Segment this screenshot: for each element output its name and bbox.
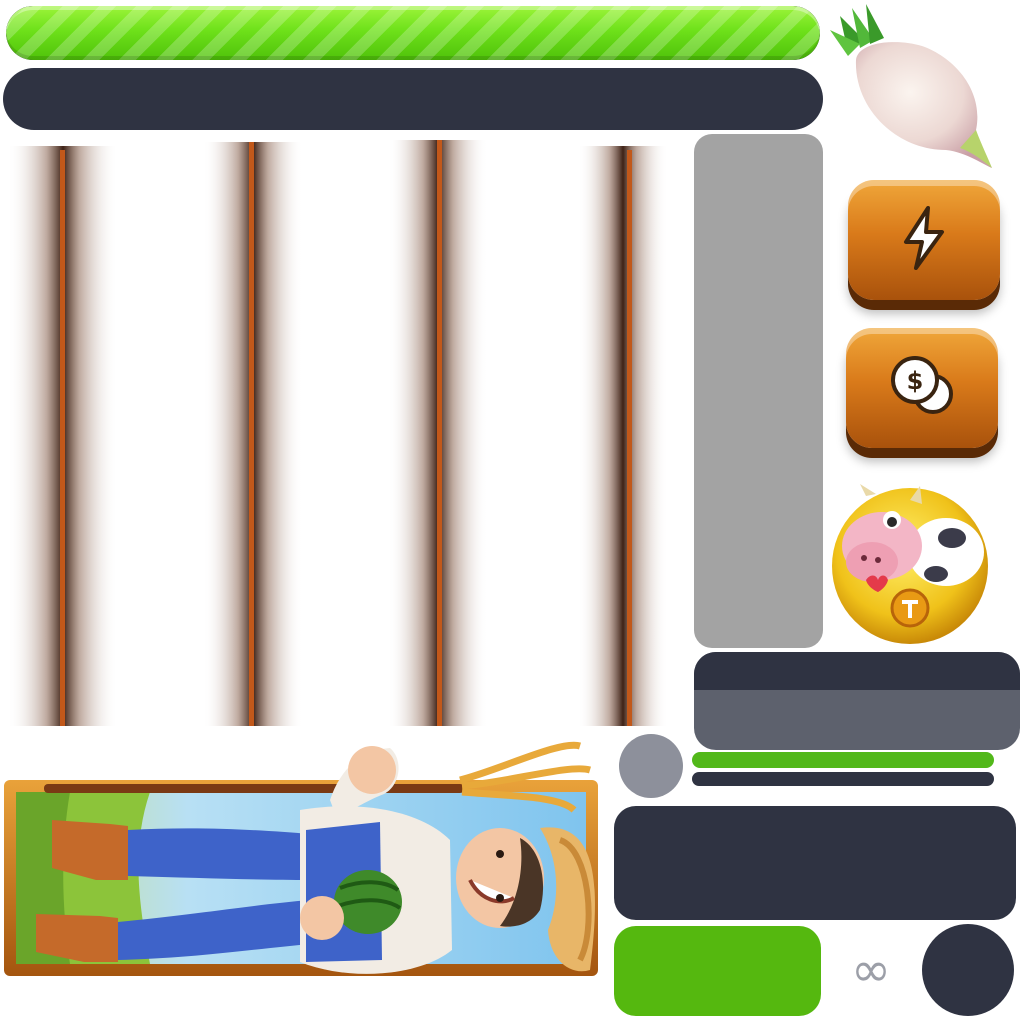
slate-card: [694, 652, 1020, 750]
slate-card-header: [694, 652, 1020, 690]
energy-progress-bar: [6, 6, 820, 60]
svg-text:$: $: [907, 367, 924, 395]
dollar-coins-icon: $: [887, 354, 957, 422]
coins-button[interactable]: $: [846, 328, 998, 448]
side-gray-panel: [694, 134, 823, 648]
gray-circle: [619, 734, 683, 798]
thin-green-bar: [692, 752, 994, 768]
cow-coin-icon: [826, 482, 992, 648]
farmer-portrait: [0, 730, 602, 1018]
thin-dark-bar: [692, 772, 994, 786]
infinity-symbol: ∞: [851, 942, 891, 998]
dark-circle-button[interactable]: [922, 924, 1014, 1016]
infinity-icon: ∞: [838, 942, 904, 998]
energy-progress-fill: [6, 6, 820, 60]
wooden-fence-panel: [8, 136, 668, 726]
dark-info-box: [614, 806, 1016, 920]
dark-status-bar: [3, 68, 823, 130]
energy-button[interactable]: [848, 180, 1000, 300]
green-action-button[interactable]: [614, 926, 821, 1016]
lightning-icon: [898, 206, 950, 274]
turnip-icon: [826, 0, 996, 170]
